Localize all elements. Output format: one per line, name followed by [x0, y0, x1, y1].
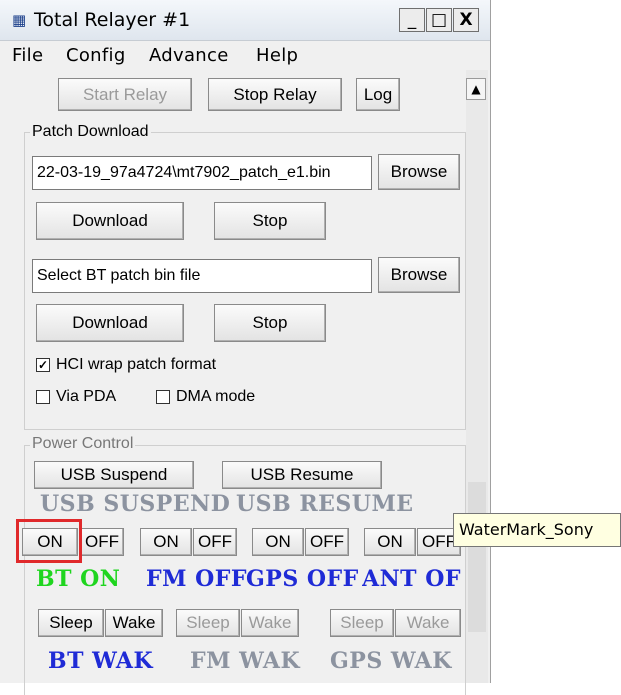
gps-on-button[interactable]: ON — [252, 528, 304, 556]
usb-resume-button[interactable]: USB Resume — [222, 461, 382, 489]
minimize-button[interactable]: _ — [399, 8, 425, 32]
fm-wake-button[interactable]: Wake — [241, 609, 299, 637]
highlight-box — [16, 519, 82, 563]
app-window: ▦ Total Relayer #1 _ □ X File Config Adv… — [0, 0, 491, 695]
log-button[interactable]: Log — [356, 78, 400, 111]
gps-status: GPS OFF — [246, 566, 359, 592]
gps-off-button[interactable]: OFF — [305, 528, 349, 556]
scroll-thumb[interactable] — [468, 482, 486, 632]
close-button[interactable]: X — [453, 8, 479, 32]
gps-sleep-button[interactable]: Sleep — [330, 609, 394, 637]
via-pda-label: Via PDA — [56, 388, 117, 405]
fm-sleep-button[interactable]: Sleep — [176, 609, 240, 637]
window-title: Total Relayer #1 — [34, 9, 191, 31]
fm-off-button[interactable]: OFF — [193, 528, 237, 556]
hci-wrap-label: HCI wrap patch format — [56, 356, 217, 373]
download-patch-button[interactable]: Download — [36, 202, 184, 240]
bt-sleep-button[interactable]: Sleep — [38, 609, 104, 637]
stop-patch-button[interactable]: Stop — [214, 202, 326, 240]
ant-on-button[interactable]: ON — [364, 528, 416, 556]
gps-wake-button[interactable]: Wake — [395, 609, 461, 637]
scroll-up-arrow-icon[interactable]: ▲ — [466, 78, 486, 100]
hci-wrap-checkbox[interactable]: ✓ HCI wrap patch format — [36, 356, 216, 374]
download-bt-patch-button[interactable]: Download — [36, 304, 184, 342]
fm-wake-status: FM WAK — [190, 648, 301, 674]
checkbox-icon[interactable] — [156, 390, 170, 404]
bt-off-button[interactable]: OFF — [80, 528, 124, 556]
menu-file[interactable]: File — [12, 45, 43, 66]
stop-bt-patch-button[interactable]: Stop — [214, 304, 326, 342]
bt-wake-status: BT WAK — [48, 648, 154, 674]
patch-path-field[interactable]: 22-03-19_97a4724\mt7902_patch_e1.bin — [32, 156, 372, 190]
menu-advance[interactable]: Advance — [149, 45, 229, 66]
browse-patch-button[interactable]: Browse — [378, 154, 460, 190]
menu-help[interactable]: Help — [256, 45, 298, 66]
bt-status: BT ON — [36, 566, 121, 592]
browse-bt-patch-button[interactable]: Browse — [378, 257, 460, 293]
patch-download-legend: Patch Download — [30, 123, 151, 141]
usb-resume-status: USB RESUME — [236, 491, 414, 517]
start-relay-button[interactable]: Start Relay — [58, 78, 192, 111]
ant-status: ANT OFF — [362, 566, 462, 592]
dma-mode-label: DMA mode — [176, 388, 256, 405]
fm-status: FM OFF — [146, 566, 248, 592]
watermark-tooltip: WaterMark_Sony — [453, 513, 621, 547]
maximize-button[interactable]: □ — [426, 8, 452, 32]
fm-on-button[interactable]: ON — [140, 528, 192, 556]
power-control-legend: Power Control — [30, 435, 136, 453]
bt-patch-field[interactable]: Select BT patch bin file — [32, 259, 372, 293]
stop-relay-button[interactable]: Stop Relay — [208, 78, 342, 111]
app-icon: ▦ — [12, 11, 27, 29]
title-bar[interactable]: ▦ Total Relayer #1 _ □ X — [0, 0, 490, 41]
checkbox-checked-icon[interactable]: ✓ — [36, 358, 50, 372]
checkbox-icon[interactable] — [36, 390, 50, 404]
vertical-scrollbar[interactable]: ▲ — [466, 70, 488, 683]
menu-bar: File Config Advance Help — [0, 42, 490, 68]
gps-wake-status: GPS WAK — [330, 648, 452, 674]
bt-wake-button[interactable]: Wake — [105, 609, 163, 637]
usb-suspend-status: USB SUSPEND — [40, 491, 231, 517]
via-pda-checkbox[interactable]: Via PDA — [36, 388, 116, 406]
menu-config[interactable]: Config — [66, 45, 126, 66]
dma-mode-checkbox[interactable]: DMA mode — [156, 388, 255, 406]
usb-suspend-button[interactable]: USB Suspend — [34, 461, 194, 489]
